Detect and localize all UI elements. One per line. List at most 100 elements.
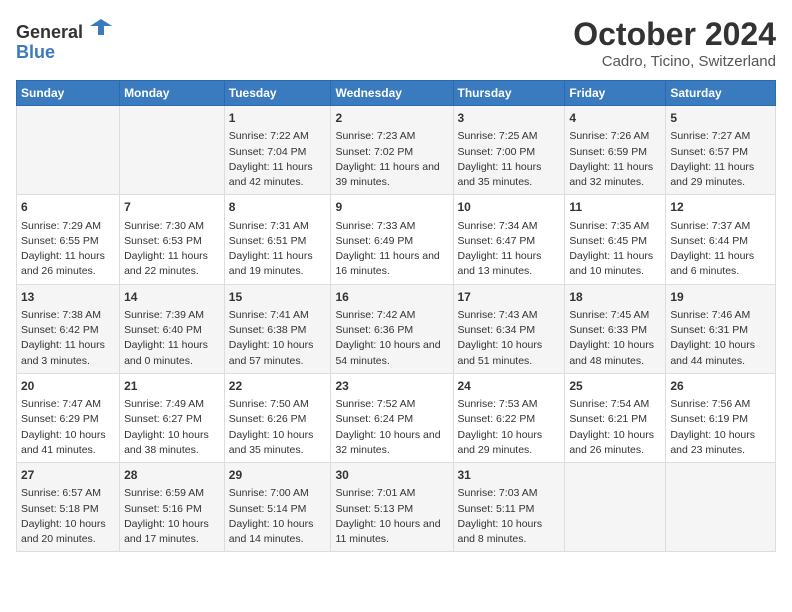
- day-content: Sunrise: 7:56 AM Sunset: 6:19 PM Dayligh…: [670, 397, 771, 458]
- day-content: Sunrise: 7:34 AM Sunset: 6:47 PM Dayligh…: [458, 219, 561, 280]
- calendar-cell: 12 Sunrise: 7:37 AM Sunset: 6:44 PM Dayli…: [666, 195, 776, 284]
- calendar-header-row: SundayMondayTuesdayWednesdayThursdayFrid…: [17, 81, 776, 106]
- day-content: Sunrise: 7:31 AM Sunset: 6:51 PM Dayligh…: [229, 219, 327, 280]
- day-content: Sunrise: 7:39 AM Sunset: 6:40 PM Dayligh…: [124, 308, 220, 369]
- day-content: Sunrise: 7:46 AM Sunset: 6:31 PM Dayligh…: [670, 308, 771, 369]
- calendar-cell: 17Sunrise: 7:43 AM Sunset: 6:34 PM Dayli…: [453, 284, 565, 373]
- calendar-cell: 2 Sunrise: 7:23 AM Sunset: 7:02 PM Daylig…: [331, 106, 453, 195]
- day-number: 11: [569, 199, 661, 216]
- day-content: Sunrise: 7:25 AM Sunset: 7:00 PM Dayligh…: [458, 129, 561, 190]
- day-number: 23: [335, 378, 448, 395]
- day-number: 12: [670, 199, 771, 216]
- day-number: 24: [458, 378, 561, 395]
- col-header-wednesday: Wednesday: [331, 81, 453, 106]
- day-number: 6: [21, 199, 115, 216]
- day-number: 7: [124, 199, 220, 216]
- day-content: Sunrise: 7:38 AM Sunset: 6:42 PM Dayligh…: [21, 308, 115, 369]
- calendar-cell: [120, 106, 225, 195]
- day-number: 5: [670, 110, 771, 127]
- calendar-cell: 8 Sunrise: 7:31 AM Sunset: 6:51 PM Daylig…: [224, 195, 331, 284]
- calendar-cell: 7 Sunrise: 7:30 AM Sunset: 6:53 PM Daylig…: [120, 195, 225, 284]
- calendar-cell: 20 Sunrise: 7:47 AM Sunset: 6:29 PM Dayli…: [17, 373, 120, 462]
- calendar-cell: 4 Sunrise: 7:26 AM Sunset: 6:59 PM Daylig…: [565, 106, 666, 195]
- calendar-cell: 19 Sunrise: 7:46 AM Sunset: 6:31 PM Dayli…: [666, 284, 776, 373]
- calendar-cell: 9 Sunrise: 7:33 AM Sunset: 6:49 PM Daylig…: [331, 195, 453, 284]
- col-header-saturday: Saturday: [666, 81, 776, 106]
- page-title: October 2024: [573, 16, 776, 53]
- day-number: 29: [229, 467, 327, 484]
- day-number: 25: [569, 378, 661, 395]
- day-content: Sunrise: 6:57 AM Sunset: 5:18 PM Dayligh…: [21, 486, 115, 547]
- day-content: Sunrise: 7:03 AM Sunset: 5:11 PM Dayligh…: [458, 486, 561, 547]
- day-number: 15: [229, 289, 327, 306]
- col-header-monday: Monday: [120, 81, 225, 106]
- calendar-cell: 16Sunrise: 7:42 AM Sunset: 6:36 PM Dayli…: [331, 284, 453, 373]
- day-content: Sunrise: 7:54 AM Sunset: 6:21 PM Dayligh…: [569, 397, 661, 458]
- title-block: October 2024 Cadro, Ticino, Switzerland: [573, 16, 776, 70]
- calendar-cell: 22Sunrise: 7:50 AM Sunset: 6:26 PM Dayli…: [224, 373, 331, 462]
- day-content: Sunrise: 7:27 AM Sunset: 6:57 PM Dayligh…: [670, 129, 771, 190]
- day-number: 8: [229, 199, 327, 216]
- calendar-week-row: 27 Sunrise: 6:57 AM Sunset: 5:18 PM Dayli…: [17, 463, 776, 552]
- day-number: 4: [569, 110, 661, 127]
- day-content: Sunrise: 7:29 AM Sunset: 6:55 PM Dayligh…: [21, 219, 115, 280]
- calendar-table: SundayMondayTuesdayWednesdayThursdayFrid…: [16, 80, 776, 552]
- calendar-week-row: 1Sunrise: 7:22 AM Sunset: 7:04 PM Daylig…: [17, 106, 776, 195]
- calendar-cell: [17, 106, 120, 195]
- col-header-friday: Friday: [565, 81, 666, 106]
- day-content: Sunrise: 7:37 AM Sunset: 6:44 PM Dayligh…: [670, 219, 771, 280]
- day-content: Sunrise: 7:26 AM Sunset: 6:59 PM Dayligh…: [569, 129, 661, 190]
- calendar-cell: 29 Sunrise: 7:00 AM Sunset: 5:14 PM Dayli…: [224, 463, 331, 552]
- calendar-cell: 18Sunrise: 7:45 AM Sunset: 6:33 PM Dayli…: [565, 284, 666, 373]
- day-number: 22: [229, 378, 327, 395]
- calendar-cell: 31 Sunrise: 7:03 AM Sunset: 5:11 PM Dayli…: [453, 463, 565, 552]
- col-header-sunday: Sunday: [17, 81, 120, 106]
- calendar-cell: 15 Sunrise: 7:41 AM Sunset: 6:38 PM Dayli…: [224, 284, 331, 373]
- day-content: Sunrise: 7:23 AM Sunset: 7:02 PM Dayligh…: [335, 129, 448, 190]
- calendar-cell: 24Sunrise: 7:53 AM Sunset: 6:22 PM Dayli…: [453, 373, 565, 462]
- day-content: Sunrise: 7:47 AM Sunset: 6:29 PM Dayligh…: [21, 397, 115, 458]
- day-number: 31: [458, 467, 561, 484]
- day-number: 3: [458, 110, 561, 127]
- logo-line1: General: [16, 16, 112, 43]
- day-number: 20: [21, 378, 115, 395]
- logo-bird-icon: [90, 16, 112, 38]
- calendar-cell: 28Sunrise: 6:59 AM Sunset: 5:16 PM Dayli…: [120, 463, 225, 552]
- day-number: 13: [21, 289, 115, 306]
- day-content: Sunrise: 7:41 AM Sunset: 6:38 PM Dayligh…: [229, 308, 327, 369]
- day-number: 19: [670, 289, 771, 306]
- col-header-tuesday: Tuesday: [224, 81, 331, 106]
- calendar-cell: 14Sunrise: 7:39 AM Sunset: 6:40 PM Dayli…: [120, 284, 225, 373]
- calendar-cell: 21Sunrise: 7:49 AM Sunset: 6:27 PM Dayli…: [120, 373, 225, 462]
- logo-general: General: [16, 22, 83, 42]
- calendar-cell: 13 Sunrise: 7:38 AM Sunset: 6:42 PM Dayli…: [17, 284, 120, 373]
- day-content: Sunrise: 7:30 AM Sunset: 6:53 PM Dayligh…: [124, 219, 220, 280]
- day-number: 10: [458, 199, 561, 216]
- page-subtitle: Cadro, Ticino, Switzerland: [573, 53, 776, 70]
- day-content: Sunrise: 7:01 AM Sunset: 5:13 PM Dayligh…: [335, 486, 448, 547]
- day-content: Sunrise: 7:49 AM Sunset: 6:27 PM Dayligh…: [124, 397, 220, 458]
- day-content: Sunrise: 6:59 AM Sunset: 5:16 PM Dayligh…: [124, 486, 220, 547]
- day-content: Sunrise: 7:22 AM Sunset: 7:04 PM Dayligh…: [229, 129, 327, 190]
- calendar-week-row: 13 Sunrise: 7:38 AM Sunset: 6:42 PM Dayli…: [17, 284, 776, 373]
- day-content: Sunrise: 7:35 AM Sunset: 6:45 PM Dayligh…: [569, 219, 661, 280]
- day-content: Sunrise: 7:52 AM Sunset: 6:24 PM Dayligh…: [335, 397, 448, 458]
- calendar-cell: 3 Sunrise: 7:25 AM Sunset: 7:00 PM Daylig…: [453, 106, 565, 195]
- calendar-cell: 10 Sunrise: 7:34 AM Sunset: 6:47 PM Dayli…: [453, 195, 565, 284]
- calendar-cell: 6 Sunrise: 7:29 AM Sunset: 6:55 PM Daylig…: [17, 195, 120, 284]
- calendar-cell: 26 Sunrise: 7:56 AM Sunset: 6:19 PM Dayli…: [666, 373, 776, 462]
- day-content: Sunrise: 7:33 AM Sunset: 6:49 PM Dayligh…: [335, 219, 448, 280]
- day-content: Sunrise: 7:00 AM Sunset: 5:14 PM Dayligh…: [229, 486, 327, 547]
- calendar-cell: 11 Sunrise: 7:35 AM Sunset: 6:45 PM Dayli…: [565, 195, 666, 284]
- logo-blue: Blue: [16, 42, 55, 62]
- day-number: 26: [670, 378, 771, 395]
- calendar-cell: [666, 463, 776, 552]
- logo: General Blue: [16, 16, 112, 63]
- day-number: 2: [335, 110, 448, 127]
- calendar-cell: 1Sunrise: 7:22 AM Sunset: 7:04 PM Daylig…: [224, 106, 331, 195]
- day-number: 27: [21, 467, 115, 484]
- col-header-thursday: Thursday: [453, 81, 565, 106]
- day-number: 9: [335, 199, 448, 216]
- day-number: 18: [569, 289, 661, 306]
- calendar-week-row: 6 Sunrise: 7:29 AM Sunset: 6:55 PM Daylig…: [17, 195, 776, 284]
